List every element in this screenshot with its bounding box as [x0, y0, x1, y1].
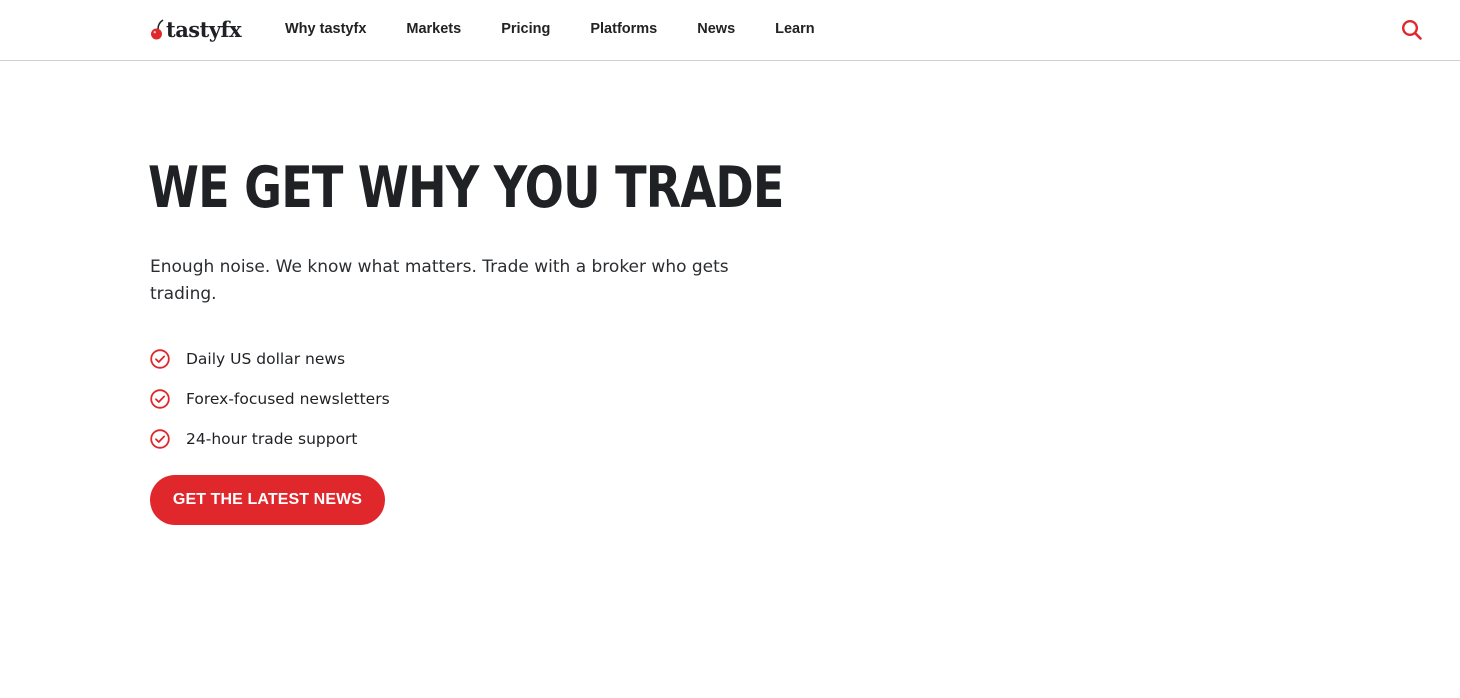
- nav-learn[interactable]: Learn: [775, 19, 815, 39]
- tastyfx-logo[interactable]: tastyfx: [150, 16, 242, 44]
- feature-label: Daily US dollar news: [186, 349, 346, 368]
- logo-text: tastyfx: [166, 17, 242, 42]
- feature-label: Forex-focused newsletters: [186, 389, 390, 408]
- check-circle-icon: [150, 388, 170, 409]
- nav-markets[interactable]: Markets: [406, 19, 461, 39]
- hero-subtitle: Enough noise. We know what matters. Trad…: [150, 257, 729, 304]
- feature-item: Forex-focused newsletters: [150, 386, 390, 411]
- search-icon: [1401, 19, 1422, 40]
- hero-title: WE GET WHY YOU TRADE: [148, 155, 784, 221]
- check-circle-icon: [150, 348, 170, 369]
- feature-list: Daily US dollar news Forex-focused newsl…: [150, 346, 390, 466]
- nav-pricing[interactable]: Pricing: [501, 19, 550, 39]
- feature-item: Daily US dollar news: [150, 346, 390, 371]
- nav-platforms[interactable]: Platforms: [590, 19, 657, 39]
- top-navigation-bar: tastyfx Why tastyfx Markets Pricing Plat…: [0, 0, 1460, 61]
- cherry-icon: [151, 19, 164, 40]
- feature-item: 24-hour trade support: [150, 426, 390, 451]
- nav-why-tastyfx[interactable]: Why tastyfx: [285, 19, 366, 39]
- main-nav: Why tastyfx Markets Pricing Platforms Ne…: [285, 19, 815, 39]
- feature-label: 24-hour trade support: [186, 429, 358, 448]
- check-circle-icon: [150, 428, 170, 449]
- nav-news[interactable]: News: [697, 19, 735, 39]
- search-button[interactable]: [1400, 19, 1424, 43]
- get-latest-news-button[interactable]: GET THE LATEST NEWS: [150, 475, 385, 525]
